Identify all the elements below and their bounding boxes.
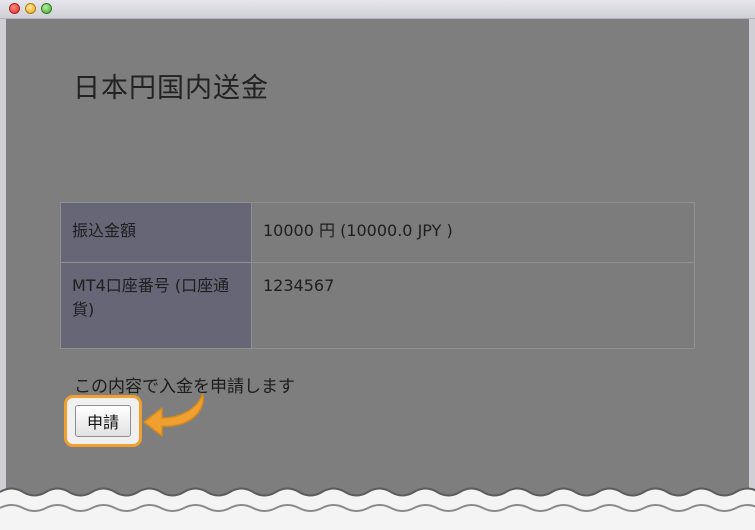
table-row: MT4口座番号 (口座通貨) 1234567 <box>60 262 695 349</box>
close-window-icon[interactable] <box>9 3 20 14</box>
transfer-amount-value: 10000 円 (10000.0 JPY ) <box>251 202 695 263</box>
window-titlebar <box>0 0 755 19</box>
window-frame-right <box>749 19 755 530</box>
window-frame-left <box>0 19 6 530</box>
deposit-details-table: 振込金額 10000 円 (10000.0 JPY ) MT4口座番号 (口座通… <box>60 202 695 349</box>
apply-button[interactable]: 申請 <box>75 405 131 437</box>
mt4-account-label: MT4口座番号 (口座通貨) <box>60 262 252 349</box>
apply-button-highlight: 申請 <box>64 395 142 447</box>
pointer-arrow-icon <box>143 393 204 437</box>
zoom-window-icon[interactable] <box>41 3 52 14</box>
browser-window: 日本円国内送金 振込金額 10000 円 (10000.0 JPY ) MT4口… <box>0 0 755 530</box>
torn-edge-divider <box>0 487 755 530</box>
transfer-amount-label: 振込金額 <box>60 202 252 263</box>
table-row: 振込金額 10000 円 (10000.0 JPY ) <box>60 202 695 263</box>
mt4-account-value: 1234567 <box>251 262 695 349</box>
page-title: 日本円国内送金 <box>73 73 269 104</box>
minimize-window-icon[interactable] <box>25 3 36 14</box>
